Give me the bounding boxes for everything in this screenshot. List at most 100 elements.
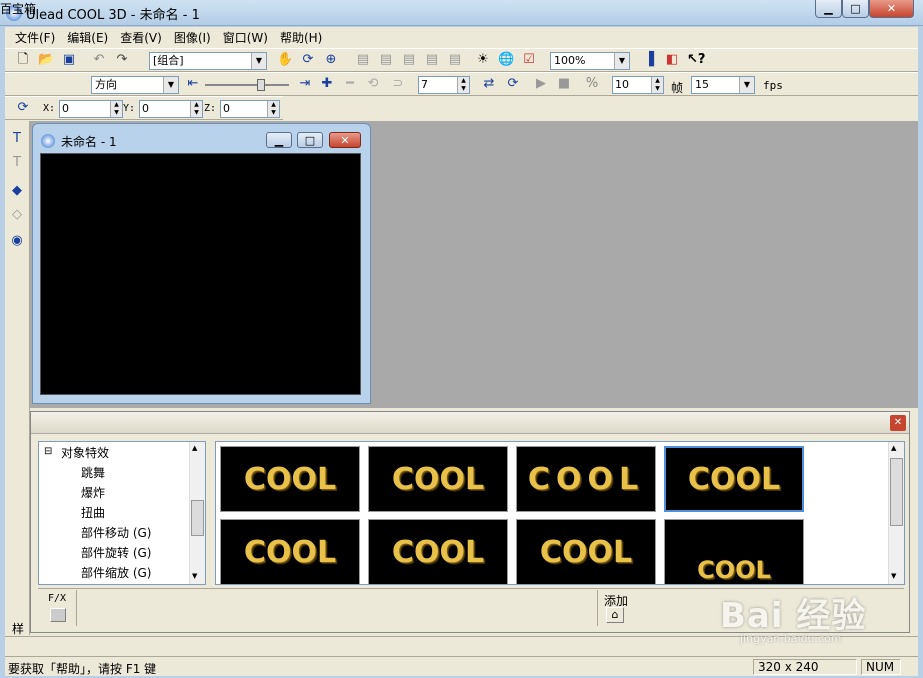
category-tree: ⊟ 对象特效 跳舞 爆炸 扭曲 部件移动 (G) 部件旋转 (G) 部件缩放 (… xyxy=(38,441,206,585)
tree-item-dance[interactable]: 跳舞 xyxy=(81,464,105,481)
document-title: 未命名 - 1 xyxy=(61,135,117,149)
align-bottom-icon[interactable]: ▤ xyxy=(447,52,463,68)
undo-icon[interactable]: ↶ xyxy=(91,52,107,68)
tree-item-explode[interactable]: 爆炸 xyxy=(81,484,105,501)
last-frame-icon[interactable]: ⇥ xyxy=(297,76,313,92)
loop-icon[interactable]: ⊃ xyxy=(390,76,406,92)
frames-total-spinner[interactable]: 10 ▲ ▼ xyxy=(612,76,664,94)
add-divider xyxy=(597,590,598,626)
palette-icon[interactable]: ◧ xyxy=(664,52,680,68)
effect-thumb-4[interactable]: COOL xyxy=(664,446,804,512)
fx-divider xyxy=(76,590,77,626)
window-title: Ulead COOL 3D - 未命名 - 1 xyxy=(26,8,200,23)
effect-thumb-8[interactable]: COOL xyxy=(664,519,804,584)
effect-thumb-1[interactable]: COOL xyxy=(220,446,360,512)
play-icon[interactable]: ▶ xyxy=(533,76,549,92)
maximize-button[interactable]: □ xyxy=(842,0,869,18)
menu-window[interactable]: 窗口(W) xyxy=(217,29,274,46)
swap-icon[interactable]: ⇄ xyxy=(481,76,497,92)
close-button[interactable]: ✕ xyxy=(869,0,914,18)
effect-thumb-3[interactable]: COOL xyxy=(516,446,656,512)
object-select-combo[interactable]: [组合] ▼ xyxy=(149,52,267,70)
edit-shape-icon[interactable]: ◇ xyxy=(9,207,25,223)
reverse-frame-icon[interactable]: ⟲ xyxy=(365,76,381,92)
render-canvas[interactable] xyxy=(40,153,361,395)
tree-root[interactable]: 对象特效 xyxy=(61,444,109,461)
percent-icon[interactable]: % xyxy=(584,76,600,92)
doc-maximize-button[interactable]: □ xyxy=(297,132,323,148)
menu-file[interactable]: 文件(F) xyxy=(9,29,61,46)
stop-icon[interactable]: ■ xyxy=(556,76,572,92)
add-button[interactable]: ⌂ xyxy=(606,607,624,623)
title-bar: Ulead COOL 3D - 未命名 - 1 ▁ □ ✕ xyxy=(0,0,923,26)
tree-item-part-scale[interactable]: 部件缩放 (G) xyxy=(81,564,151,581)
menu-edit[interactable]: 编辑(E) xyxy=(61,29,114,46)
status-size: 320 x 240 xyxy=(753,659,857,675)
save-icon[interactable]: ▣ xyxy=(61,52,77,68)
baidu-watermark: Bai 经验 jingyan.baidu.com xyxy=(720,588,900,648)
fx-button[interactable] xyxy=(50,608,66,622)
align-center-icon[interactable]: ▤ xyxy=(378,52,394,68)
frame-spinner[interactable]: 7 ▲ ▼ xyxy=(418,76,470,94)
doc-minimize-button[interactable]: ▁ xyxy=(266,132,292,148)
rotate-object-icon[interactable]: ⟳ xyxy=(300,52,316,68)
globe-icon[interactable]: 🌐 xyxy=(498,52,514,68)
effect-thumb-5[interactable]: COOL xyxy=(220,519,360,584)
transform-icon[interactable]: ⟳ xyxy=(15,100,31,116)
open-folder-icon[interactable]: 📂 xyxy=(38,52,54,68)
tree-collapse-icon[interactable]: ⊟ xyxy=(44,446,52,457)
tree-scrollbar[interactable]: ▲ ▼ xyxy=(189,442,205,584)
timeline-slider[interactable] xyxy=(205,78,289,92)
object-icon[interactable]: ◉ xyxy=(9,233,25,249)
export-icon[interactable]: ▐ xyxy=(641,52,657,68)
side-tab[interactable]: 样 xyxy=(12,620,24,637)
menu-bar: 文件(F) 编辑(E) 查看(V) 图像(I) 窗口(W) 帮助(H) xyxy=(5,27,918,47)
gallery-title-bar xyxy=(31,412,909,434)
insert-shape-icon[interactable]: ◆ xyxy=(9,183,25,199)
hand-move-icon[interactable]: ✋ xyxy=(277,52,293,68)
gallery-title: 百宝箱 xyxy=(0,2,37,16)
tree-scroll-thumb[interactable] xyxy=(191,500,204,536)
menu-help[interactable]: 帮助(H) xyxy=(274,29,328,46)
menu-image[interactable]: 图像(I) xyxy=(168,29,217,46)
y-spinner[interactable]: 0 ▲ ▼ xyxy=(139,100,203,118)
new-file-icon[interactable]: 🗋 xyxy=(15,52,31,68)
status-bar: 要获取「帮助」，请按 F1 键 320 x 240 NUM xyxy=(5,656,918,676)
menu-view[interactable]: 查看(V) xyxy=(114,29,168,46)
tree-item-part-rotate[interactable]: 部件旋转 (G) xyxy=(81,544,151,561)
light-icon[interactable]: ☀ xyxy=(475,52,491,68)
chart-icon[interactable]: ☑ xyxy=(521,52,537,68)
y-label: Y: xyxy=(123,103,136,114)
gallery-close-button[interactable]: ✕ xyxy=(890,415,906,431)
direction-combo[interactable]: 方向 ▼ xyxy=(91,76,179,94)
minimize-button[interactable]: ▁ xyxy=(815,0,842,18)
doc-close-button[interactable]: ✕ xyxy=(329,132,361,148)
remove-frame-icon[interactable]: ━ xyxy=(342,76,358,92)
tree-item-twist[interactable]: 扭曲 xyxy=(81,504,105,521)
effects-thumbnails: COOL COOL COOL COOL COOL COOL COOL COOL … xyxy=(215,441,905,585)
resize-object-icon[interactable]: ⊕ xyxy=(323,52,339,68)
x-spinner[interactable]: 0 ▲ ▼ xyxy=(59,100,123,118)
add-frame-icon[interactable]: ✚ xyxy=(319,76,335,92)
effect-thumb-6[interactable]: COOL xyxy=(368,519,508,584)
status-num: NUM xyxy=(861,659,901,675)
align-left-icon[interactable]: ▤ xyxy=(355,52,371,68)
align-right-icon[interactable]: ▤ xyxy=(401,52,417,68)
slider-thumb[interactable] xyxy=(257,79,265,91)
align-top-icon[interactable]: ▤ xyxy=(424,52,440,68)
effect-thumb-7[interactable]: COOL xyxy=(516,519,656,584)
zoom-combo[interactable]: 100% ▼ xyxy=(550,52,630,70)
edit-text-icon[interactable]: T xyxy=(9,155,25,171)
fps-combo[interactable]: 15 ▼ xyxy=(691,76,755,94)
refresh-icon[interactable]: ⟳ xyxy=(505,76,521,92)
help-pointer-icon[interactable]: ↖? xyxy=(687,52,705,68)
z-spinner[interactable]: 0 ▲ ▼ xyxy=(220,100,280,118)
thumbs-scrollbar[interactable]: ▲ ▼ xyxy=(888,442,904,584)
redo-icon[interactable]: ↷ xyxy=(114,52,130,68)
thumbs-scroll-thumb[interactable] xyxy=(890,458,903,526)
tree-item-part-move[interactable]: 部件移动 (G) xyxy=(81,524,151,541)
insert-text-icon[interactable]: T xyxy=(9,131,25,147)
first-frame-icon[interactable]: ⇤ xyxy=(185,76,201,92)
effect-thumb-2[interactable]: COOL xyxy=(368,446,508,512)
frame-label: 帧 xyxy=(671,81,684,95)
